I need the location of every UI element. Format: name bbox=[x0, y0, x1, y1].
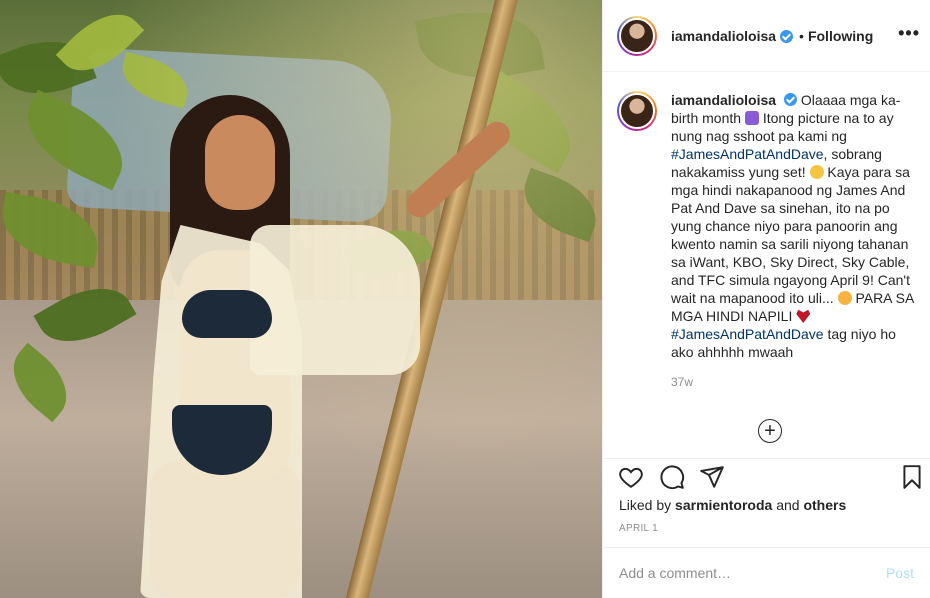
add-comment-bar: Post bbox=[603, 547, 930, 598]
hashtag-link[interactable]: #JamesAndPatAndDave bbox=[671, 146, 824, 162]
likes-middle: and bbox=[776, 497, 800, 513]
comment-icon[interactable] bbox=[659, 464, 685, 490]
photo-face bbox=[205, 115, 275, 210]
caption-text-4: Kaya para sa mga hindi nakapanood ng Jam… bbox=[671, 164, 910, 306]
following-button[interactable]: Following bbox=[808, 28, 873, 44]
header-separator: • bbox=[799, 27, 804, 44]
likes-prefix: Liked by bbox=[619, 497, 672, 513]
post-date[interactable]: APRIL 1 bbox=[619, 523, 658, 534]
photo-coverup-sleeve bbox=[250, 225, 420, 375]
comment-input[interactable] bbox=[619, 565, 878, 581]
avatar[interactable] bbox=[617, 15, 657, 56]
more-horizontal-icon[interactable]: ••• bbox=[898, 24, 920, 42]
load-more-comments-icon[interactable]: + bbox=[758, 419, 782, 443]
header-username[interactable]: iamandalioloisa bbox=[671, 28, 776, 44]
likes-user-link[interactable]: sarmientoroda bbox=[675, 497, 772, 513]
bookmark-icon[interactable] bbox=[899, 464, 925, 490]
caption-text: iamandalioloisa Olaaaa mga ka-birth mont… bbox=[671, 91, 914, 361]
avatar-image bbox=[619, 93, 655, 129]
sad-face-emoji-icon bbox=[809, 165, 824, 179]
caption-time[interactable]: 37w bbox=[671, 375, 914, 389]
comments-section: iamandalioloisa Olaaaa mga ka-birth mont… bbox=[603, 73, 930, 459]
broken-heart-emoji-icon bbox=[796, 309, 811, 323]
verified-icon bbox=[780, 30, 794, 43]
photo-swim-top bbox=[182, 290, 272, 338]
heart-icon[interactable] bbox=[618, 464, 644, 490]
share-icon[interactable] bbox=[699, 464, 725, 490]
avatar-image bbox=[619, 17, 655, 54]
post-button[interactable]: Post bbox=[886, 565, 914, 581]
likes-others-link[interactable]: others bbox=[803, 497, 846, 513]
caption-username[interactable]: iamandalioloisa bbox=[671, 92, 776, 108]
likes-summary: Liked by sarmientoroda and others bbox=[619, 497, 846, 513]
post-header: iamandalioloisa • Following ••• bbox=[603, 0, 930, 72]
action-bar bbox=[603, 460, 930, 492]
taurus-emoji-icon bbox=[744, 111, 759, 125]
post-side-panel: iamandalioloisa • Following ••• iamandal… bbox=[602, 0, 930, 598]
verified-icon bbox=[783, 93, 797, 106]
caption-row: iamandalioloisa Olaaaa mga ka-birth mont… bbox=[617, 91, 914, 361]
post-photo[interactable] bbox=[0, 0, 602, 598]
hashtag-link[interactable]: #JamesAndPatAndDave bbox=[671, 326, 824, 342]
caption-avatar[interactable] bbox=[617, 91, 657, 131]
smiling-hearts-emoji-icon bbox=[837, 291, 852, 305]
